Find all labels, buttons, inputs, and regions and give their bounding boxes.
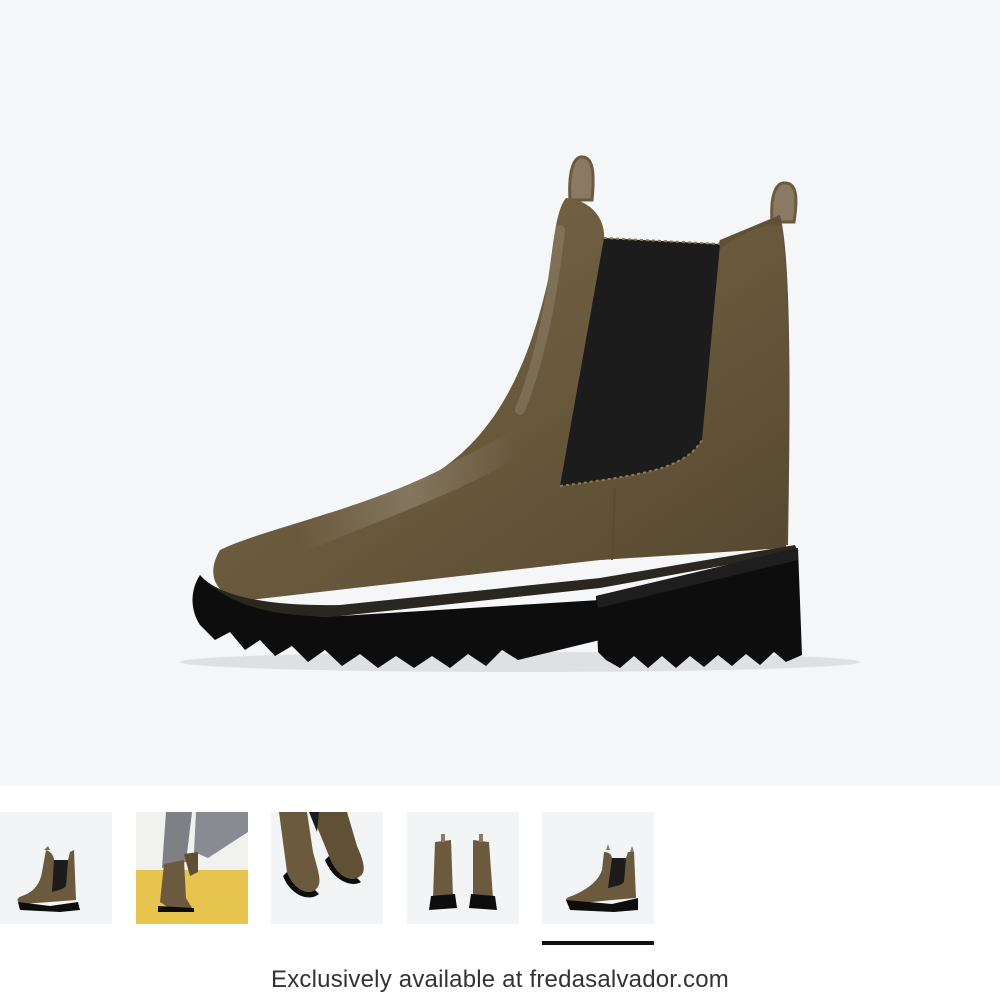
thumbnail-boot-side[interactable] xyxy=(0,812,112,924)
thumbnail-boot-on-model[interactable] xyxy=(136,812,248,924)
main-product-image[interactable] xyxy=(0,0,1000,786)
boot-pair-back-thumb-image xyxy=(407,812,519,924)
thumbnail-boot-side-alt[interactable] xyxy=(542,812,654,924)
thumbnail-boot-pair-back[interactable] xyxy=(407,812,519,924)
active-thumbnail-indicator xyxy=(542,941,654,945)
availability-caption: Exclusively available at fredasalvador.c… xyxy=(271,966,729,993)
thumbnail-strip xyxy=(0,812,1000,924)
boot-side-alt-thumb-image xyxy=(542,812,654,924)
chelsea-boot-illustration xyxy=(180,155,860,672)
boot-side-thumb-image xyxy=(0,812,112,924)
boot-on-model-thumb-image xyxy=(136,812,248,924)
thumbnail-boot-pair-top[interactable] xyxy=(271,812,383,924)
boot-pair-top-thumb-image xyxy=(271,812,383,924)
